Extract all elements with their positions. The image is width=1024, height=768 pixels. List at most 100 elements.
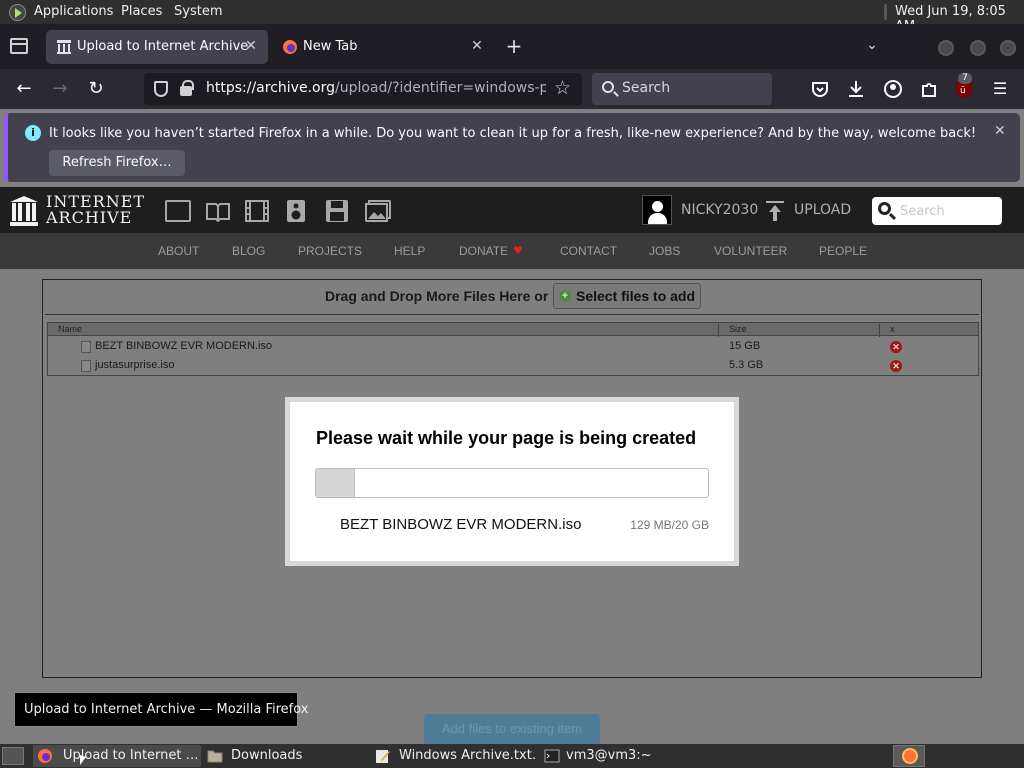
nav-jobs[interactable]: JOBS: [649, 244, 680, 258]
tab-title: Upload to Internet Archive: [77, 39, 249, 54]
ia-header: INTERNET ARCHIVE NICKY2030 UPLOAD Search: [0, 187, 1024, 233]
system-menu[interactable]: System: [174, 4, 222, 19]
column-divider: [879, 324, 880, 337]
internet-archive-logo-icon[interactable]: [10, 196, 38, 226]
navigation-toolbar: ← → ↻ https://archive.org/upload/?identi…: [0, 69, 1024, 109]
ia-nav-bar: ABOUT BLOG PROJECTS HELP DONATE ♥ CONTAC…: [0, 233, 1024, 269]
downloads-icon[interactable]: [845, 78, 867, 100]
hamburger-menu-icon[interactable]: ☰: [989, 78, 1011, 100]
firefox-view-icon[interactable]: [10, 38, 28, 54]
file-table-header: Name Size x: [48, 323, 978, 337]
bookmark-star-icon[interactable]: ☆: [554, 77, 571, 99]
workspace-switcher[interactable]: [893, 745, 925, 767]
tab-new-tab[interactable]: New Tab ✕: [272, 30, 494, 64]
remove-file-icon[interactable]: ✕: [890, 360, 902, 372]
archive-favicon-icon: [57, 40, 71, 54]
taskbar-item-text-editor[interactable]: Windows Archive.txt…: [371, 745, 539, 767]
file-name: justasurprise.iso: [95, 359, 175, 371]
search-placeholder: Search: [622, 80, 671, 96]
file-row[interactable]: justasurprise.iso 5.3 GB ✕: [48, 357, 978, 375]
places-menu[interactable]: Places: [121, 4, 162, 19]
browser-search-box[interactable]: Search: [592, 73, 772, 105]
taskbar-item-terminal[interactable]: vm3@vm3:~: [540, 745, 706, 767]
taskbar-item-firefox[interactable]: Upload to Internet …: [33, 745, 201, 767]
upload-icon[interactable]: [766, 201, 784, 221]
tracking-protection-shield-icon[interactable]: [154, 81, 168, 97]
close-window-button[interactable]: [1000, 40, 1016, 56]
url-host: https://archive.org: [206, 80, 335, 96]
add-files-to-existing-item-button[interactable]: Add files to existing item: [424, 714, 600, 744]
add-plus-icon: +: [559, 290, 571, 302]
minimize-window-button[interactable]: [938, 40, 954, 56]
url-bar[interactable]: https://archive.org/upload/?identifier=w…: [144, 73, 582, 105]
images-icon[interactable]: [365, 200, 391, 222]
nav-blog[interactable]: BLOG: [232, 244, 265, 258]
top-panel: Applications Places System Wed Jun 19, 8…: [0, 0, 1024, 34]
tab-bar: Upload to Internet Archive ✕ New Tab ✕ +…: [0, 24, 1024, 69]
nav-about[interactable]: ABOUT: [158, 244, 199, 258]
url-path: /upload/?identifier=windows-progra: [334, 80, 546, 96]
terminal-icon: [544, 749, 560, 763]
nav-people[interactable]: PEOPLE: [819, 244, 867, 258]
url-text[interactable]: https://archive.org/upload/?identifier=w…: [206, 80, 546, 96]
web-icon[interactable]: [165, 200, 191, 222]
extensions-puzzle-icon[interactable]: [918, 78, 940, 100]
forward-arrow-icon[interactable]: →: [48, 77, 72, 101]
internet-archive-logo-text[interactable]: INTERNET ARCHIVE: [46, 194, 145, 226]
ia-search-input[interactable]: [900, 202, 996, 220]
upload-progress-bar: [315, 468, 709, 498]
nav-help[interactable]: HELP: [394, 244, 425, 258]
search-icon[interactable]: [878, 202, 891, 215]
close-tab-icon[interactable]: ✕: [242, 37, 260, 55]
file-size: 15 GB: [729, 340, 761, 352]
applications-menu-icon[interactable]: [9, 4, 26, 21]
list-all-tabs-chevron-icon[interactable]: ⌄: [862, 37, 882, 57]
video-icon[interactable]: [244, 200, 270, 222]
folder-icon: [207, 750, 223, 763]
tab-title: New Tab: [303, 39, 358, 54]
account-icon[interactable]: [882, 78, 904, 100]
select-files-label: Select files to add: [576, 288, 696, 304]
nav-donate[interactable]: DONATE: [459, 244, 508, 258]
applications-menu[interactable]: Applications: [34, 4, 113, 19]
close-notification-icon[interactable]: ✕: [994, 123, 1006, 139]
username[interactable]: NICKY2030: [681, 202, 758, 218]
padlock-icon[interactable]: [180, 80, 194, 96]
nav-projects[interactable]: PROJECTS: [298, 244, 362, 258]
firefox-icon: [38, 749, 52, 763]
column-remove: x: [890, 324, 895, 334]
show-desktop-icon[interactable]: [2, 747, 24, 765]
dialog-heading: Please wait while your page is being cre…: [316, 428, 697, 448]
reload-icon[interactable]: ↻: [84, 77, 108, 101]
select-files-button[interactable]: + Select files to add: [553, 283, 701, 309]
tab-upload-to-internet-archive[interactable]: Upload to Internet Archive ✕: [46, 30, 268, 64]
column-size[interactable]: Size: [729, 324, 747, 334]
texts-icon[interactable]: [205, 200, 231, 222]
maximize-window-button[interactable]: [970, 40, 986, 56]
task-label: Windows Archive.txt…: [399, 748, 537, 763]
close-tab-icon[interactable]: ✕: [468, 37, 486, 55]
back-arrow-icon[interactable]: ←: [12, 77, 36, 101]
upload-link[interactable]: UPLOAD: [794, 202, 851, 218]
file-row[interactable]: BEZT BINBOWZ EVR MODERN.iso 15 GB ✕: [48, 338, 978, 356]
remove-file-icon[interactable]: ✕: [890, 341, 902, 353]
ublock-count-badge: 7: [958, 73, 972, 84]
heart-icon: ♥: [513, 244, 523, 257]
task-label: vm3@vm3:~: [566, 748, 652, 763]
pocket-icon[interactable]: [809, 78, 831, 100]
search-icon: [602, 81, 614, 93]
nav-contact[interactable]: CONTACT: [560, 244, 617, 258]
nav-volunteer[interactable]: VOLUNTEER: [714, 244, 787, 258]
ia-search-box[interactable]: [872, 197, 1002, 225]
refresh-firefox-button[interactable]: Refresh Firefox…: [49, 150, 185, 176]
bottom-panel: Upload to Internet … Downloads Windows A…: [0, 744, 1024, 768]
audio-icon[interactable]: [285, 200, 307, 222]
mouse-cursor-icon: [80, 755, 86, 765]
software-icon[interactable]: [325, 200, 349, 222]
column-name[interactable]: Name: [58, 324, 82, 334]
taskbar-item-downloads[interactable]: Downloads: [203, 745, 369, 767]
new-tab-plus-icon[interactable]: +: [504, 36, 524, 56]
user-avatar[interactable]: [642, 195, 672, 225]
file-size: 5.3 GB: [729, 359, 764, 371]
file-icon: [81, 341, 91, 353]
